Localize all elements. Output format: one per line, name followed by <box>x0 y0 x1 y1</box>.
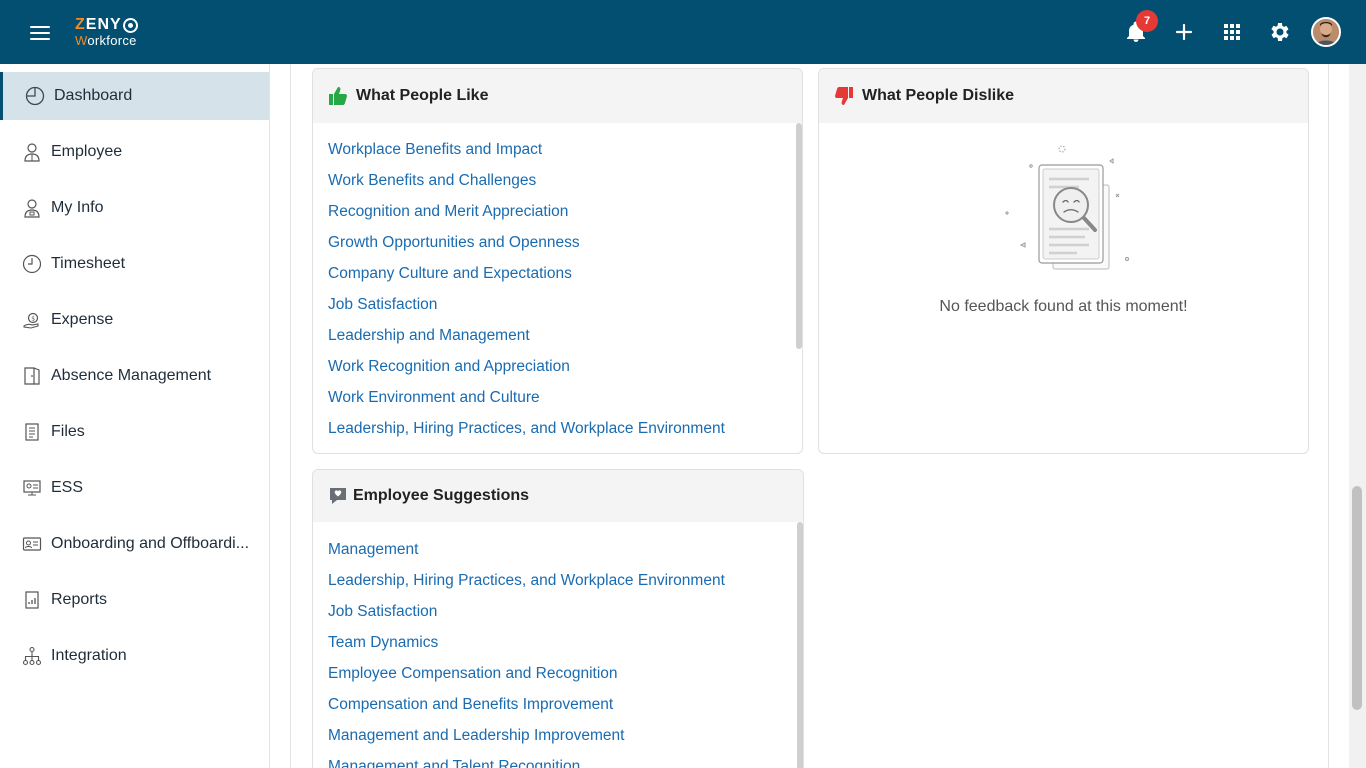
thumbs-down-icon <box>835 87 853 105</box>
suggestion-item[interactable]: Job Satisfaction <box>328 598 803 629</box>
svg-text:$: $ <box>31 316 35 323</box>
likes-card-header: What People Like <box>313 69 802 123</box>
sidebar-item-my-info[interactable]: My Info <box>0 184 269 232</box>
sidebar-item-files[interactable]: Files <box>0 408 269 456</box>
sidebar: Dashboard Employee My Info Timesheet $ E… <box>0 64 270 768</box>
sidebar-item-reports[interactable]: Reports <box>0 576 269 624</box>
dislikes-empty-state: No feedback found at this moment! <box>819 123 1308 453</box>
avatar[interactable] <box>1311 17 1341 47</box>
expense-icon: $ <box>23 312 39 329</box>
likes-list: Workplace Benefits and Impact Work Benef… <box>313 123 802 446</box>
apps-grid-icon[interactable] <box>1220 20 1244 44</box>
empty-state-text: No feedback found at this moment! <box>939 298 1188 315</box>
sidebar-item-label: Integration <box>51 647 127 664</box>
sidebar-item-label: Onboarding and Offboardi... <box>51 535 250 552</box>
dislikes-card-header: What People Dislike <box>819 69 1308 123</box>
likes-item[interactable]: Job Satisfaction <box>328 291 802 322</box>
likes-card: What People Like Workplace Benefits and … <box>312 68 803 454</box>
sidebar-item-employee[interactable]: Employee <box>0 128 269 176</box>
sidebar-item-label: Files <box>51 423 85 440</box>
likes-item[interactable]: Growth Opportunities and Openness <box>328 229 802 260</box>
app-logo[interactable]: Z ENY Workforce <box>75 17 138 47</box>
likes-item[interactable]: Work Recognition and Appreciation <box>328 353 802 384</box>
sidebar-item-timesheet[interactable]: Timesheet <box>0 240 269 288</box>
speech-bubble-icon <box>330 488 346 504</box>
door-icon <box>24 367 40 385</box>
sidebar-item-integration[interactable]: Integration <box>0 632 269 680</box>
likes-item[interactable]: Work Benefits and Challenges <box>328 167 802 198</box>
likes-item[interactable]: Leadership, Hiring Practices, and Workpl… <box>328 415 802 446</box>
suggestion-item[interactable]: Team Dynamics <box>328 629 803 660</box>
ess-icon <box>23 480 41 496</box>
plus-icon[interactable] <box>1172 20 1196 44</box>
id-card-icon <box>22 537 42 551</box>
sidebar-item-ess[interactable]: ESS <box>0 464 269 512</box>
likes-item[interactable]: Recognition and Merit Appreciation <box>328 198 802 229</box>
suggestions-list: Management Leadership, Hiring Practices,… <box>313 522 803 768</box>
likes-list-container: Workplace Benefits and Impact Work Benef… <box>313 123 802 453</box>
sidebar-item-label: Employee <box>51 143 123 160</box>
hamburger-icon[interactable] <box>30 26 50 40</box>
top-bar: Z ENY Workforce 7 <box>0 0 1366 64</box>
sidebar-item-label: Expense <box>51 311 114 328</box>
likes-scrollbar[interactable] <box>796 123 802 349</box>
suggestion-item[interactable]: Management and Leadership Improvement <box>328 722 803 753</box>
dislikes-title: What People Dislike <box>862 87 1015 104</box>
sidebar-item-dashboard[interactable]: Dashboard <box>0 72 269 120</box>
main-content: What People Like Workplace Benefits and … <box>290 64 1329 768</box>
sidebar-item-onboarding[interactable]: Onboarding and Offboardi... <box>0 520 269 568</box>
suggestion-item[interactable]: Leadership, Hiring Practices, and Workpl… <box>328 567 803 598</box>
dislikes-card: What People Dislike No feedback found at… <box>818 68 1309 454</box>
logo-wordmark: Z ENY <box>75 17 138 33</box>
likes-title: What People Like <box>356 87 489 104</box>
sidebar-item-label: Dashboard <box>54 87 133 104</box>
sidebar-item-label: ESS <box>51 479 84 496</box>
sidebar-item-label: Reports <box>51 591 108 608</box>
clock-icon <box>22 254 42 274</box>
suggestion-item[interactable]: Compensation and Benefits Improvement <box>328 691 803 722</box>
sidebar-item-label: My Info <box>51 199 104 216</box>
file-icon <box>25 423 39 441</box>
suggestion-item[interactable]: Management and Talent Recognition <box>328 753 803 768</box>
suggestions-list-container: Management Leadership, Hiring Practices,… <box>313 522 803 768</box>
page-scrollbar-thumb[interactable] <box>1352 486 1362 710</box>
sidebar-item-absence-management[interactable]: Absence Management <box>0 352 269 400</box>
report-icon <box>25 591 39 609</box>
my-info-icon <box>24 199 40 218</box>
sidebar-item-label: Timesheet <box>51 255 126 272</box>
page-scrollbar[interactable] <box>1349 64 1366 768</box>
notification-badge: 7 <box>1136 10 1158 32</box>
no-feedback-illustration <box>1004 145 1129 270</box>
suggestions-scrollbar[interactable] <box>797 522 803 768</box>
likes-item[interactable]: Work Environment and Culture <box>328 384 802 415</box>
sidebar-item-label: Absence Management <box>51 367 212 384</box>
dashboard-icon <box>25 86 45 106</box>
likes-item[interactable]: Company Culture and Expectations <box>328 260 802 291</box>
gear-icon[interactable] <box>1268 20 1292 44</box>
thumbs-up-icon <box>329 87 347 105</box>
suggestion-item[interactable]: Employee Compensation and Recognition <box>328 660 803 691</box>
bell-icon[interactable]: 7 <box>1124 10 1158 44</box>
likes-item[interactable]: Workplace Benefits and Impact <box>328 136 802 167</box>
suggestions-card: Employee Suggestions Management Leadersh… <box>312 469 804 768</box>
sidebar-item-expense[interactable]: $ Expense <box>0 296 269 344</box>
suggestions-card-header: Employee Suggestions <box>313 470 803 522</box>
logo-subtitle: Workforce <box>75 33 137 48</box>
suggestion-item[interactable]: Management <box>328 536 803 567</box>
likes-item[interactable]: Leadership and Management <box>328 322 802 353</box>
employee-icon <box>24 143 40 162</box>
hierarchy-icon <box>22 646 42 666</box>
suggestions-title: Employee Suggestions <box>353 487 530 504</box>
